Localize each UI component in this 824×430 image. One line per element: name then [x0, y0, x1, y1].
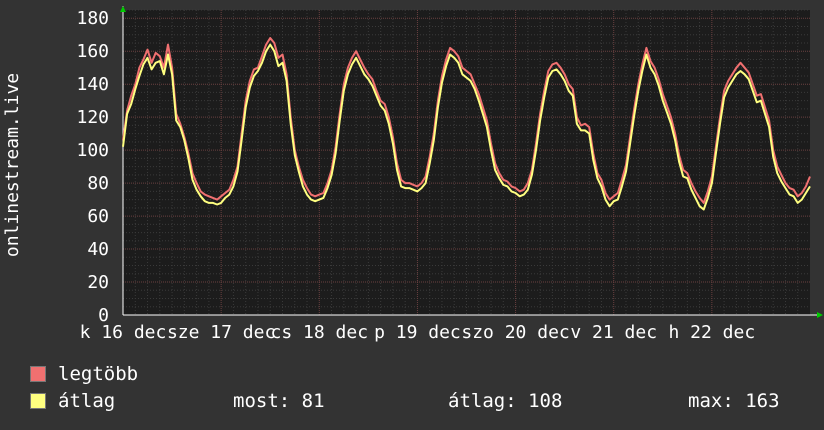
x-tick-label: h 22 dec — [669, 322, 756, 343]
x-tick-label: p 19 dec — [374, 322, 461, 343]
y-axis-arrow — [120, 6, 126, 12]
y-tick-label: 20 — [87, 272, 109, 293]
legend-item-atlag: átlag — [30, 390, 115, 412]
x-tick-label: k 16 dec — [80, 322, 167, 343]
x-axis-arrow — [817, 312, 823, 318]
legend-label-atlag: átlag — [58, 390, 116, 412]
y-tick-label: 80 — [87, 173, 109, 194]
stat-most: most: 81 — [233, 390, 325, 412]
y-axis-label: onlinestream.live — [2, 73, 23, 257]
legend-item-legtobb: legtöbb — [30, 363, 138, 385]
y-tick-label: 120 — [76, 107, 109, 128]
stat-atlag: átlag: 108 — [448, 390, 563, 412]
y-tick-label: 60 — [87, 206, 109, 227]
legend-swatch-atlag — [30, 393, 46, 409]
y-tick-label: 140 — [76, 74, 109, 95]
y-tick-label: 100 — [76, 140, 109, 161]
x-tick-label: cs 18 dec — [271, 322, 369, 343]
stat-max: max: 163 — [688, 390, 780, 412]
legend-swatch-legtobb — [30, 366, 46, 382]
y-tick-label: 40 — [87, 239, 109, 260]
x-tick-label: szo 20 dec — [461, 322, 569, 343]
y-tick-label: 180 — [76, 8, 109, 29]
y-tick-label: 160 — [76, 41, 109, 62]
x-tick-label: sze 17 dec — [167, 322, 275, 343]
x-tick-label: v 21 dec — [570, 322, 657, 343]
legend-label-legtobb: legtöbb — [58, 363, 139, 385]
